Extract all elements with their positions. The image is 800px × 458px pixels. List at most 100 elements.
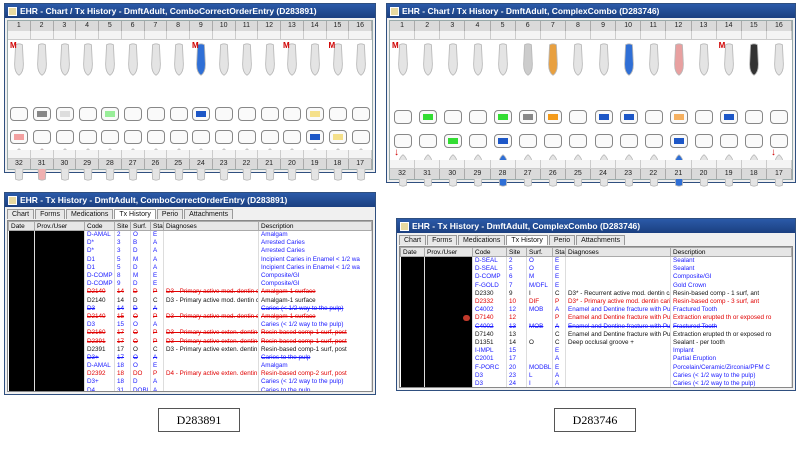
occlusal-surface[interactable]	[99, 106, 122, 122]
occlusal-surface[interactable]	[541, 133, 566, 149]
column-header[interactable]: Diagnoses	[565, 247, 671, 257]
tooth-number[interactable]: 4	[76, 21, 99, 31]
tooth-number[interactable]: 2	[415, 21, 441, 31]
tooth-number[interactable]: 17	[767, 169, 792, 179]
tooth-number[interactable]: 3	[440, 21, 466, 31]
tooth-number[interactable]: 14	[304, 21, 327, 31]
tooth[interactable]	[213, 43, 236, 77]
tooth-number[interactable]: 15	[327, 21, 350, 31]
column-header[interactable]: Diagnoses	[163, 221, 259, 231]
table-row[interactable]: D2140 15 O P D3 - Primary active mod. dentin…	[8, 312, 372, 321]
right-tooth-chart[interactable]: 1 2 3 4 5 6 7 8 9 10 11 12 13 14 15 16 32 31 30 29 28 27 26 25 2…	[389, 20, 793, 187]
tooth-number[interactable]: 4	[465, 21, 491, 31]
occlusal-surface[interactable]	[258, 129, 281, 145]
tooth[interactable]	[541, 43, 566, 77]
left-chart-titlebar[interactable]: EHR - Chart / Tx History - DmftAdult, Co…	[5, 4, 375, 18]
tab-chart[interactable]: Chart	[7, 209, 35, 219]
occlusal-surface[interactable]	[213, 106, 236, 122]
tooth-number[interactable]: 11	[641, 21, 667, 31]
occlusal-surface[interactable]	[541, 109, 566, 125]
table-row[interactable]: D1 5 M A Incipient Caries in Enamel < 1/2 wa	[8, 255, 372, 264]
tooth[interactable]	[349, 43, 372, 77]
tooth-number[interactable]: 12	[666, 21, 692, 31]
column-header[interactable]: Code	[472, 247, 507, 257]
tooth-number[interactable]: 13	[692, 21, 717, 31]
occlusal-surface[interactable]	[717, 109, 742, 125]
occlusal-surface[interactable]	[591, 133, 616, 149]
occlusal-surface[interactable]	[31, 129, 54, 145]
tooth-number[interactable]: 19	[717, 169, 742, 179]
table-row[interactable]: D1 5 D A Incipient Caries in Enamel < 1/2 wa	[8, 263, 372, 272]
occlusal-surface[interactable]	[666, 133, 691, 149]
occlusal-surface[interactable]	[213, 129, 236, 145]
occlusal-surface[interactable]	[616, 109, 641, 125]
occlusal-surface[interactable]	[304, 106, 327, 122]
tooth-number[interactable]: 20	[692, 169, 717, 179]
tooth[interactable]	[236, 43, 259, 77]
occlusal-surface[interactable]	[491, 109, 516, 125]
table-row[interactable]: C4002 12 MOB A Enamel and Dentine fracture w…	[400, 305, 792, 314]
occlusal-surface[interactable]	[349, 129, 372, 145]
table-row[interactable]: D3 15 O A Caries (< 1/2 way to the pulp)	[8, 320, 372, 329]
occlusal-surface[interactable]	[122, 129, 145, 145]
tooth-number[interactable]: 22	[641, 169, 667, 179]
table-row[interactable]: D3 23 L A Caries (< 1/2 way to the pulp)	[400, 371, 792, 380]
tooth[interactable]	[641, 43, 666, 77]
tooth-number[interactable]: 26	[145, 159, 168, 169]
tooth-number[interactable]: 29	[76, 159, 99, 169]
tooth-number[interactable]: 30	[54, 159, 77, 169]
column-header[interactable]: Prov./User	[34, 221, 85, 231]
occlusal-surface[interactable]	[31, 106, 54, 122]
table-row[interactable]: D4 31 DOBL A Caries to the pulp	[8, 386, 372, 391]
tooth-number[interactable]: 23	[213, 159, 236, 169]
tooth[interactable]	[122, 43, 145, 77]
tooth-number[interactable]: 1	[8, 21, 31, 31]
tooth-number[interactable]: 32	[390, 169, 416, 179]
table-row[interactable]: C2001 17 A Partial Eruption	[400, 354, 792, 363]
tooth[interactable]	[465, 43, 490, 77]
tooth-number[interactable]: 27	[516, 169, 541, 179]
table-row[interactable]: D* 3 D A Arrested Caries	[8, 246, 372, 256]
occlusal-surface[interactable]	[167, 106, 190, 122]
occlusal-surface[interactable]	[304, 129, 327, 145]
tooth[interactable]	[692, 43, 717, 77]
tooth[interactable]	[99, 43, 122, 77]
tooth[interactable]	[415, 43, 440, 77]
tooth-number[interactable]: 18	[742, 169, 767, 179]
table-row[interactable]: D-SEAL 2 O E Sealant	[400, 256, 792, 265]
column-header[interactable]: Description	[258, 221, 372, 231]
occlusal-surface[interactable]	[76, 106, 99, 122]
table-row[interactable]: D-COMP 8 M E Composite/GI	[8, 271, 372, 280]
tooth-number[interactable]: 18	[327, 159, 350, 169]
table-row[interactable]: D-AMAL 2 O E Amalgam	[8, 230, 372, 239]
tooth-number[interactable]: 30	[440, 169, 466, 179]
tooth[interactable]	[491, 43, 516, 77]
column-header[interactable]: Surf.	[130, 221, 151, 231]
column-header[interactable]: Prov./User	[424, 247, 473, 257]
tooth[interactable]	[742, 43, 767, 77]
table-row[interactable]: D-COMP28DOBE Composite/GI	[401, 388, 792, 389]
tab-perio[interactable]: Perio	[548, 235, 576, 245]
column-header[interactable]: Code	[84, 221, 115, 231]
occlusal-surface[interactable]	[145, 129, 168, 145]
table-row[interactable]: D2140 14 D C D3 - Primary active mod. dentin…	[8, 296, 372, 305]
occlusal-surface[interactable]	[236, 129, 259, 145]
table-row[interactable]: D2330 9 I C D3* - Recurrent active mod. dent…	[400, 289, 792, 298]
tab-forms[interactable]: Forms	[427, 235, 457, 245]
tooth-number[interactable]: 28	[491, 169, 516, 179]
column-header[interactable]: Date	[8, 221, 35, 231]
tooth-number[interactable]: 16	[767, 21, 792, 31]
tooth-number[interactable]: 9	[591, 21, 617, 31]
tooth-number[interactable]: 31	[415, 169, 441, 179]
occlusal-surface[interactable]	[692, 109, 717, 125]
column-header[interactable]: Description	[670, 247, 792, 257]
occlusal-surface[interactable]	[742, 109, 767, 125]
tooth[interactable]	[440, 43, 465, 77]
tooth-number[interactable]: 21	[258, 159, 281, 169]
tab-attachments[interactable]: Attachments	[184, 209, 234, 219]
table-row[interactable]: D7140 13 C Enamel and Dentine fracture with…	[400, 330, 792, 339]
tooth-number[interactable]: 13	[281, 21, 304, 31]
tooth[interactable]	[566, 43, 591, 77]
tooth-number[interactable]: 26	[541, 169, 566, 179]
table-row[interactable]: D2332 10 DIF P D3* - Primary active mod. den…	[400, 297, 792, 306]
